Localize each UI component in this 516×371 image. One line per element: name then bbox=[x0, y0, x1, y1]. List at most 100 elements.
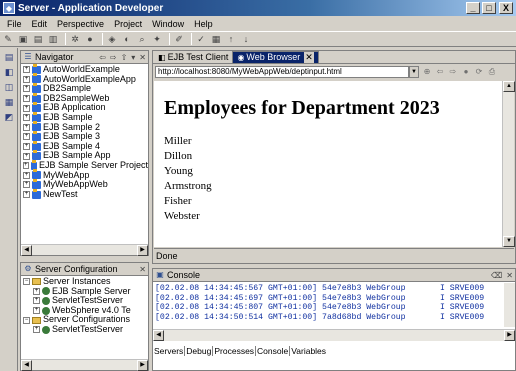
expand-icon[interactable]: + bbox=[23, 171, 30, 179]
console-header: ▣ Console ⌫ ✕ bbox=[153, 269, 515, 282]
data-perspective-icon[interactable]: ▦ bbox=[2, 96, 16, 108]
stop-icon[interactable]: ● bbox=[461, 66, 471, 78]
close-view-icon[interactable]: ✕ bbox=[139, 265, 146, 274]
expand-icon[interactable]: + bbox=[23, 152, 30, 160]
expand-icon[interactable]: + bbox=[23, 133, 30, 141]
expand-icon[interactable]: + bbox=[23, 123, 30, 131]
scroll-left-icon[interactable]: ◀ bbox=[21, 360, 32, 371]
scroll-right-icon[interactable]: ▶ bbox=[137, 245, 148, 256]
expand-icon[interactable]: + bbox=[23, 114, 30, 122]
edit-icon[interactable]: ✐ bbox=[173, 33, 185, 45]
tab-web-browser[interactable]: ◉ Web Browser ✕ bbox=[232, 51, 319, 63]
print-icon[interactable]: ⎙ bbox=[487, 66, 497, 78]
menu-file[interactable]: File bbox=[2, 19, 27, 29]
tab-label: Web Browser bbox=[246, 52, 301, 62]
toolbar-separator bbox=[191, 33, 192, 45]
expand-icon[interactable]: + bbox=[23, 104, 30, 112]
console-line: [02.02.08 14:34:45:567 GMT+01:00] 54e7e8… bbox=[155, 284, 485, 293]
close-button[interactable]: X bbox=[499, 2, 513, 14]
expand-icon[interactable]: + bbox=[23, 85, 30, 93]
menu-project[interactable]: Project bbox=[109, 19, 147, 29]
new-icon[interactable]: ✎ bbox=[2, 33, 14, 45]
navigator-item[interactable]: + NewTest bbox=[23, 188, 148, 200]
go-icon[interactable]: ⊕ bbox=[422, 66, 432, 78]
expand-icon[interactable]: + bbox=[33, 307, 40, 315]
print-icon[interactable]: ▥ bbox=[47, 33, 59, 45]
scroll-right-icon[interactable]: ▶ bbox=[504, 330, 515, 341]
url-dropdown-icon[interactable]: ▼ bbox=[409, 65, 419, 78]
expand-icon[interactable]: + bbox=[23, 143, 30, 151]
save-icon[interactable]: ▣ bbox=[17, 33, 29, 45]
menu-perspective[interactable]: Perspective bbox=[52, 19, 109, 29]
scroll-up-icon[interactable]: ▲ bbox=[503, 81, 515, 92]
arrow-up-icon[interactable]: ↑ bbox=[225, 33, 237, 45]
toolbar-separator bbox=[169, 33, 170, 45]
expand-icon[interactable]: + bbox=[23, 66, 30, 74]
vertical-scrollbar[interactable]: ▲ ▼ bbox=[502, 81, 515, 247]
run-icon[interactable]: ● bbox=[84, 33, 96, 45]
check-icon[interactable]: ✓ bbox=[195, 33, 207, 45]
back-icon[interactable]: ⇦ bbox=[435, 66, 445, 78]
menu-window[interactable]: Window bbox=[147, 19, 189, 29]
horizontal-scrollbar[interactable]: ◀ ▶ bbox=[21, 359, 148, 371]
open-perspective-icon[interactable]: ▤ bbox=[2, 51, 16, 63]
close-view-icon[interactable]: ✕ bbox=[139, 53, 146, 62]
expand-icon[interactable]: + bbox=[33, 297, 40, 305]
forward-icon[interactable]: ⇨ bbox=[448, 66, 458, 78]
navigator-tree: + AutoWorldExample + AutoWorldExampleApp + DB… bbox=[21, 64, 148, 240]
maximize-button[interactable]: □ bbox=[482, 2, 496, 14]
up-icon[interactable]: ⇧ bbox=[121, 53, 128, 62]
server-perspective-icon[interactable]: ◩ bbox=[2, 111, 16, 123]
search-icon[interactable]: ⌕ bbox=[136, 33, 148, 45]
menu-arrow-icon[interactable]: ▾ bbox=[131, 53, 135, 62]
clear-console-icon[interactable]: ⌫ bbox=[491, 271, 502, 280]
vertical-scrollbar[interactable] bbox=[504, 283, 515, 327]
server-item[interactable]: + ServletTestServer bbox=[23, 324, 148, 335]
forward-icon[interactable]: ⇨ bbox=[110, 53, 117, 62]
scroll-right-icon[interactable]: ▶ bbox=[137, 360, 148, 371]
console-line: [02.02.08 14:34:50:514 GMT+01:00] 7a8d68… bbox=[155, 312, 485, 322]
expand-icon[interactable]: + bbox=[23, 75, 30, 83]
expand-icon[interactable]: + bbox=[33, 287, 40, 295]
horizontal-scrollbar[interactable]: ◀ ▶ bbox=[153, 329, 515, 341]
minimize-button[interactable]: _ bbox=[466, 2, 480, 14]
toolbar-separator bbox=[102, 33, 103, 45]
save-all-icon[interactable]: ▤ bbox=[32, 33, 44, 45]
web-perspective-icon[interactable]: ◧ bbox=[2, 66, 16, 78]
tab-variables[interactable]: Variables bbox=[289, 346, 327, 356]
url-input[interactable]: http://localhost:8080/MyWebAppWeb/deptin… bbox=[155, 65, 409, 78]
editor-area: ◧ EJB Test Client ◉ Web Browser ✕ http:/… bbox=[152, 50, 516, 264]
navigator-item[interactable]: + MyWebAppWeb bbox=[23, 178, 148, 190]
perspective-bar: ▤ ◧ ◫ ▦ ◩ bbox=[0, 48, 18, 371]
debug-icon[interactable]: ✲ bbox=[69, 33, 81, 45]
menu-help[interactable]: Help bbox=[189, 19, 218, 29]
wizard-icon[interactable]: ✦ bbox=[151, 33, 163, 45]
arrow-down-icon[interactable]: ↓ bbox=[240, 33, 252, 45]
expand-icon[interactable]: + bbox=[23, 162, 29, 170]
menu-edit[interactable]: Edit bbox=[27, 19, 53, 29]
tools-icon[interactable]: ▦ bbox=[210, 33, 222, 45]
refresh-icon[interactable]: ⟳ bbox=[474, 66, 484, 78]
scroll-down-icon[interactable]: ▼ bbox=[503, 236, 515, 247]
close-tab-icon[interactable]: ✕ bbox=[304, 52, 314, 63]
back-icon[interactable]: ⇦ bbox=[99, 53, 106, 62]
collapse-icon[interactable]: − bbox=[23, 316, 30, 324]
expand-icon[interactable]: + bbox=[33, 326, 40, 334]
tab-console[interactable]: Console bbox=[255, 346, 289, 356]
expand-icon[interactable]: + bbox=[23, 191, 30, 199]
horizontal-scrollbar[interactable]: ◀ ▶ bbox=[21, 244, 148, 256]
expand-icon[interactable]: + bbox=[23, 181, 30, 189]
server-icon[interactable]: ◐ bbox=[121, 33, 133, 45]
java-perspective-icon[interactable]: ◫ bbox=[2, 81, 16, 93]
close-view-icon[interactable]: ✕ bbox=[506, 271, 513, 280]
tab-debug[interactable]: Debug bbox=[184, 346, 212, 356]
tab-processes[interactable]: Processes bbox=[212, 346, 255, 356]
tab-ejb-test-client[interactable]: ◧ EJB Test Client bbox=[154, 51, 232, 63]
folder-icon bbox=[32, 316, 41, 324]
scroll-left-icon[interactable]: ◀ bbox=[21, 245, 32, 256]
scroll-left-icon[interactable]: ◀ bbox=[153, 330, 164, 341]
open-type-icon[interactable]: ◈ bbox=[106, 33, 118, 45]
collapse-icon[interactable]: − bbox=[23, 278, 30, 286]
expand-icon[interactable]: + bbox=[23, 95, 30, 103]
tab-servers[interactable]: Servers bbox=[153, 346, 184, 356]
